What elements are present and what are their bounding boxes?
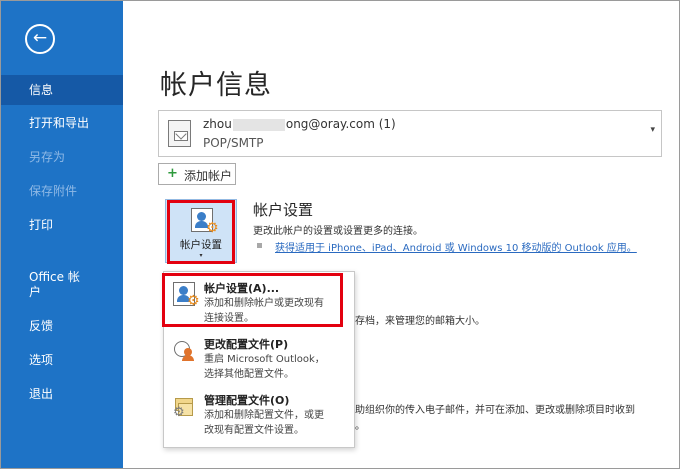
outlook-backstage-window: ← 信息 打开和导出 另存为 保存附件 打印 Office 帐户 反馈 选项 退… — [0, 0, 680, 469]
account-email: zhou ong@oray.com (1) — [203, 117, 396, 131]
sidebar-item-options[interactable]: 选项 — [1, 350, 123, 370]
sidebar-item-info[interactable]: 信息 — [1, 75, 123, 105]
backstage-sidebar: ← 信息 打开和导出 另存为 保存附件 打印 Office 帐户 反馈 选项 退… — [1, 1, 123, 468]
sidebar-item-feedback[interactable]: 反馈 — [1, 316, 123, 336]
plus-icon: + — [167, 166, 178, 181]
outlook-app-link[interactable]: 获得适用于 iPhone、iPad、Android 或 Windows 10 移… — [275, 239, 637, 254]
sidebar-item-print[interactable]: 打印 — [1, 215, 123, 235]
rules-alerts-text: 助组织你的传入电子邮件，并可在添加、更改或删除项目时收到 — [355, 405, 635, 416]
highlight-box — [162, 273, 343, 327]
back-arrow-icon[interactable]: ← — [25, 24, 55, 54]
chevron-down-icon[interactable]: ▾ — [650, 125, 655, 135]
menu-item-manage-profiles[interactable]: ⚙ 管理配置文件(O) 添加和删除配置文件，或更 改现有配置文件设置。 — [164, 388, 354, 444]
rules-alerts-text-end: 。 — [355, 421, 365, 432]
sidebar-item-save-attachments: 保存附件 — [29, 184, 78, 198]
account-type: POP/SMTP — [203, 136, 264, 150]
add-account-button[interactable]: + 添加帐户 — [158, 163, 236, 185]
sidebar-item-open-export[interactable]: 打开和导出 — [1, 113, 123, 133]
section-description: 更改此帐户的设置或设置更多的连接。 — [253, 226, 423, 237]
menu-item-change-profile[interactable]: 更改配置文件(P) 重启 Microsoft Outlook， 选择其他配置文件。 — [164, 332, 354, 386]
sidebar-item-save-as: 另存为 — [29, 150, 66, 164]
account-selector[interactable]: zhou ong@oray.com (1) POP/SMTP ▾ — [158, 110, 662, 157]
sidebar-item-exit[interactable]: 退出 — [1, 384, 123, 404]
section-title: 帐户设置 — [253, 201, 314, 219]
change-profile-icon — [173, 338, 195, 362]
manage-profiles-icon: ⚙ — [173, 394, 195, 419]
mailbox-cleanup-text: 存档，来管理您的邮箱大小。 — [355, 316, 485, 327]
mail-account-icon — [168, 120, 191, 147]
redacted-area — [232, 118, 285, 131]
sidebar-item-office-account[interactable]: Office 帐户 — [1, 270, 123, 304]
highlight-box — [167, 200, 235, 264]
bullet-icon — [257, 243, 262, 248]
page-title: 帐户信息 — [160, 70, 272, 101]
